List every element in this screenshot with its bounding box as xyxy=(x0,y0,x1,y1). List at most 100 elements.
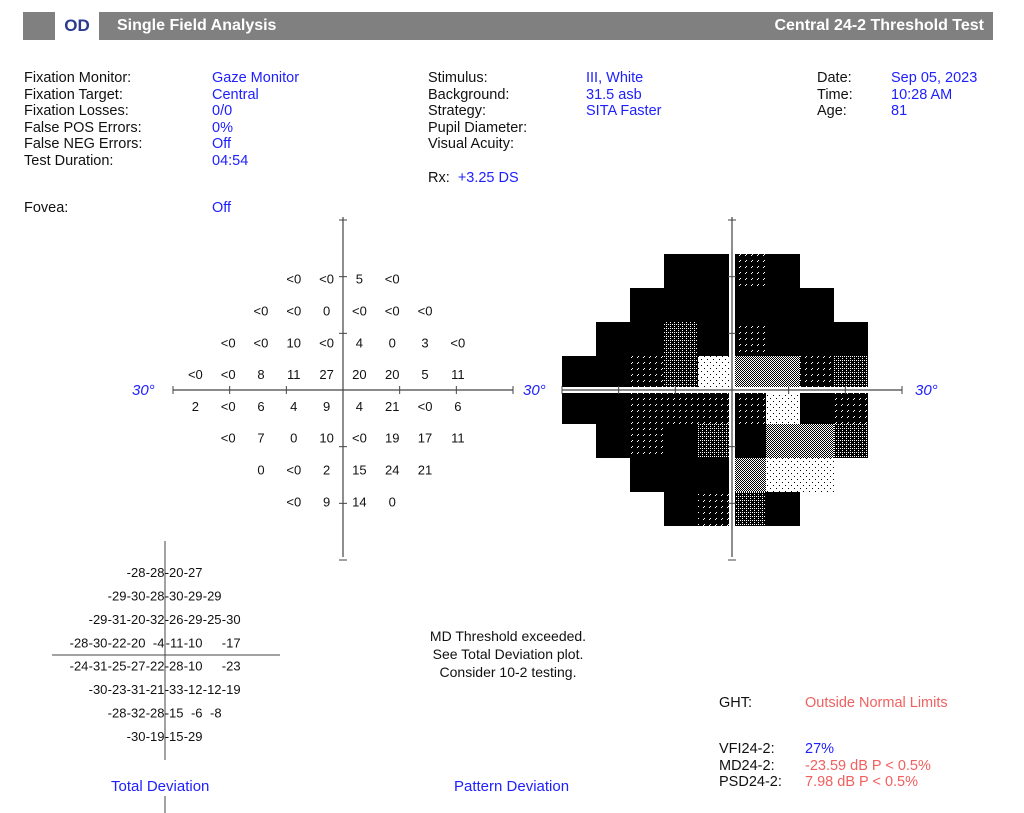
grayscale-cell xyxy=(766,390,800,424)
threshold-value: 2 xyxy=(323,462,330,477)
total-deviation-value: -22 xyxy=(146,659,165,674)
total-deviation-value: -20 xyxy=(127,635,146,650)
threshold-value: <0 xyxy=(221,367,236,382)
grayscale-cell xyxy=(630,424,664,458)
ght-label: GHT: xyxy=(719,695,753,711)
total-deviation-value: -32 xyxy=(146,612,165,627)
total-deviation-value: -12 xyxy=(203,682,222,697)
total-deviation-value: -29 xyxy=(184,729,203,744)
info-row: MD24-2: -23.59 dB P < 0.5% xyxy=(719,758,931,775)
threshold-value: <0 xyxy=(221,431,236,446)
threshold-value: 6 xyxy=(257,399,264,414)
info-row: VFI24-2: 27% xyxy=(719,741,834,758)
threshold-value: <0 xyxy=(319,335,334,350)
threshold-value: <0 xyxy=(221,399,236,414)
threshold-value: 21 xyxy=(385,399,399,414)
grayscale-cell xyxy=(800,458,834,492)
grayscale-cell xyxy=(562,356,596,390)
threshold-value: <0 xyxy=(450,335,465,350)
threshold-value: 20 xyxy=(352,367,366,382)
total-deviation-value: -30 xyxy=(89,635,108,650)
threshold-value: <0 xyxy=(286,272,301,287)
grayscale-cell xyxy=(630,458,664,492)
total-deviation-value: -30 xyxy=(89,682,108,697)
total-deviation-value: -30 xyxy=(222,612,241,627)
total-deviation-value: -29 xyxy=(184,589,203,604)
total-deviation-value: -17 xyxy=(222,635,241,650)
threshold-value: <0 xyxy=(254,335,269,350)
threshold-value: <0 xyxy=(385,304,400,319)
ght-value: Outside Normal Limits xyxy=(805,695,948,711)
total-deviation-value: -8 xyxy=(210,706,222,721)
threshold-value: 0 xyxy=(257,462,264,477)
total-deviation-value: -28 xyxy=(70,635,89,650)
threshold-value: <0 xyxy=(352,431,367,446)
grayscale-cell xyxy=(698,424,732,458)
caption-total-deviation: Total Deviation xyxy=(111,778,210,795)
grayscale-cell xyxy=(596,390,630,424)
grayscale-cell xyxy=(766,424,800,458)
grayscale-cell xyxy=(766,322,800,356)
threshold-value: 9 xyxy=(323,494,330,509)
grayscale-cell xyxy=(732,288,766,322)
total-deviation-value: -29 xyxy=(108,589,127,604)
threshold-value: 4 xyxy=(356,399,363,414)
message-line: See Total Deviation plot. xyxy=(432,646,584,662)
threshold-value: <0 xyxy=(418,304,433,319)
threshold-value: 0 xyxy=(389,494,396,509)
total-deviation-value: -6 xyxy=(191,706,203,721)
total-deviation-value: -28 xyxy=(146,706,165,721)
total-deviation-value: -19 xyxy=(222,682,241,697)
grayscale-cell xyxy=(664,492,698,526)
grayscale-cell xyxy=(834,390,868,424)
message-line: MD Threshold exceeded. xyxy=(429,628,587,644)
grayscale-cell xyxy=(664,254,698,288)
total-deviation-value: -28 xyxy=(108,706,127,721)
threshold-value: <0 xyxy=(221,335,236,350)
threshold-value: 8 xyxy=(257,367,264,382)
grayscale-cell xyxy=(698,390,732,424)
total-deviation-value: -22 xyxy=(108,635,127,650)
grayscale-cell xyxy=(766,356,800,390)
message-line: Consider 10-2 testing. xyxy=(439,664,577,680)
total-deviation-value: -23 xyxy=(222,659,241,674)
total-deviation-value: -30 xyxy=(127,729,146,744)
total-deviation-value: -31 xyxy=(127,682,146,697)
total-deviation-value: -11 xyxy=(166,635,184,650)
grayscale-cell xyxy=(630,390,664,424)
threshold-value: 4 xyxy=(290,399,297,414)
grayscale-cell xyxy=(596,322,630,356)
grayscale-cell xyxy=(732,492,766,526)
grayscale-cell xyxy=(664,424,698,458)
grayscale-cell xyxy=(664,288,698,322)
info-value: 7.98 dB P < 0.5% xyxy=(805,774,918,790)
info-row: PSD24-2: 7.98 dB P < 0.5% xyxy=(719,774,918,791)
threshold-value: 11 xyxy=(451,367,465,382)
grayscale-cell xyxy=(664,458,698,492)
threshold-value: <0 xyxy=(385,272,400,287)
total-deviation-value: -24 xyxy=(70,659,89,674)
grayscale-cell xyxy=(800,288,834,322)
threshold-value: 3 xyxy=(421,335,428,350)
info-label: VFI24-2: xyxy=(719,741,775,757)
grayscale-cell xyxy=(800,356,834,390)
total-deviation-value: -10 xyxy=(184,659,203,674)
grayscale-cell xyxy=(698,322,732,356)
grayscale-cell xyxy=(834,356,868,390)
total-deviation-value: -28 xyxy=(165,659,184,674)
threshold-axes xyxy=(172,217,514,561)
grayscale-cell xyxy=(630,288,664,322)
threshold-value: 10 xyxy=(287,335,301,350)
total-deviation-value: -25 xyxy=(108,659,127,674)
grayscale-cell xyxy=(698,492,732,526)
grayscale-cell xyxy=(732,390,766,424)
grayscale-cell xyxy=(800,424,834,458)
threshold-value: <0 xyxy=(352,304,367,319)
threshold-value: <0 xyxy=(286,304,301,319)
total-deviation-value: -20 xyxy=(165,565,184,580)
threshold-value: 11 xyxy=(287,367,301,382)
threshold-value: 11 xyxy=(451,431,465,446)
total-deviation-value: -10 xyxy=(184,635,203,650)
total-deviation-value: -32 xyxy=(127,706,146,721)
total-deviation-value: -29 xyxy=(203,589,222,604)
